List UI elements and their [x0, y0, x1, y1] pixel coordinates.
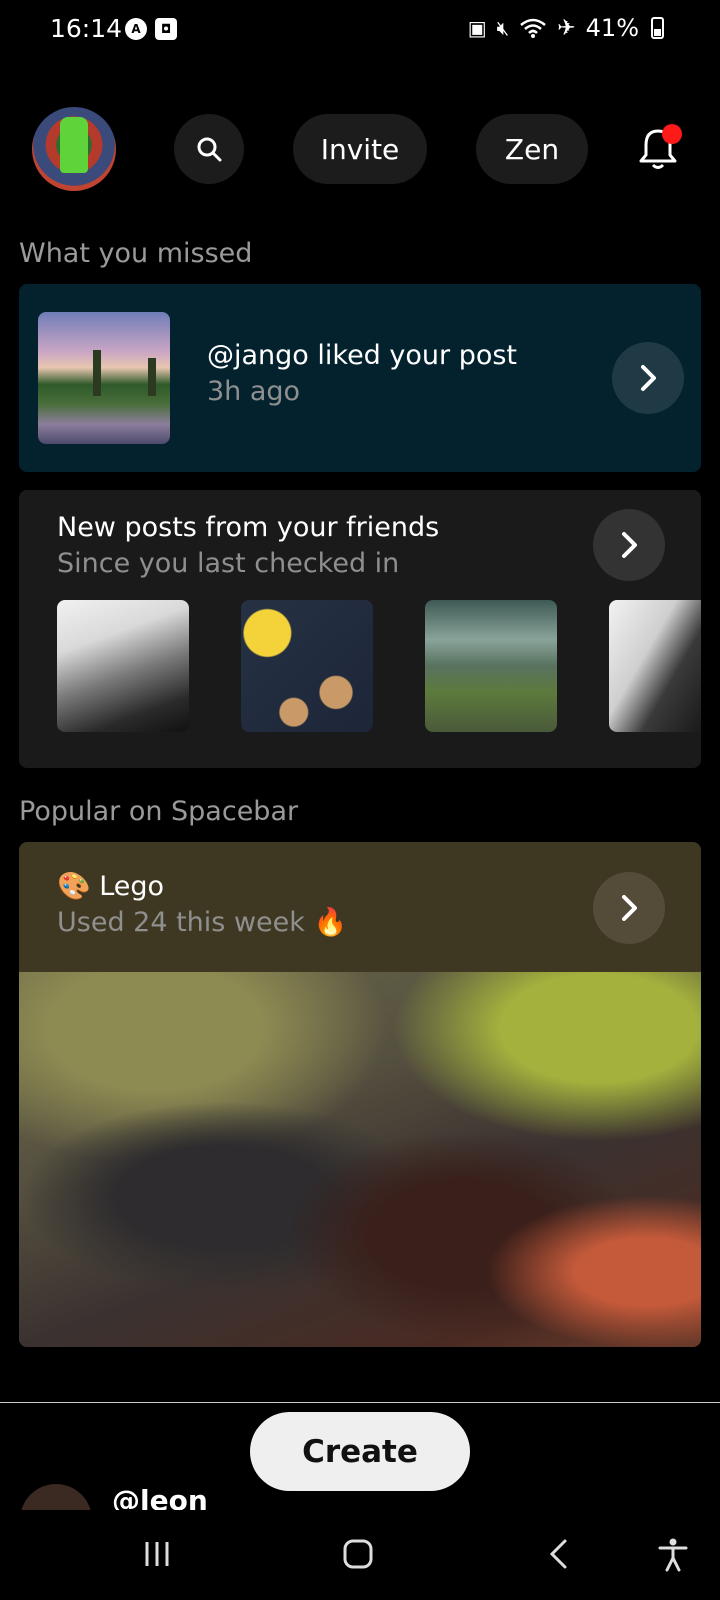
status-right-icons: ▣ 🔇︎ ✈ 41% [468, 14, 664, 42]
divider [0, 1402, 720, 1403]
accessibility-button[interactable] [651, 1532, 695, 1576]
notification-dot [662, 124, 682, 144]
popular-open-button[interactable] [593, 872, 665, 944]
search-button[interactable] [174, 114, 244, 184]
missed-open-button[interactable] [612, 342, 684, 414]
liked-post-thumbnail [38, 312, 170, 444]
create-button[interactable]: Create [250, 1412, 470, 1491]
friend-post-thumbnail[interactable] [609, 600, 701, 732]
popular-subtitle: Used 24 this week [57, 907, 305, 938]
friends-card[interactable]: New posts from your friends Since you la… [19, 490, 701, 768]
battery-icon [651, 17, 664, 39]
battery-text: 41% [585, 14, 639, 42]
chevron-right-icon [622, 895, 637, 921]
missed-title: @jango liked your post [207, 340, 518, 371]
chevron-right-icon [622, 532, 637, 558]
app-notification-icon: A [125, 18, 147, 40]
airplane-icon: ✈ [557, 15, 576, 41]
home-icon [343, 1539, 373, 1569]
back-icon [549, 1539, 567, 1569]
system-nav-bar [0, 1510, 720, 1600]
palette-icon: 🎨 [57, 871, 91, 902]
friends-open-button[interactable] [593, 509, 665, 581]
popular-card[interactable]: 🎨 Lego Used 24 this week 🔥 [19, 842, 701, 1347]
profile-avatar[interactable] [32, 107, 116, 191]
accessibility-icon [658, 1538, 688, 1572]
wifi-icon [520, 18, 547, 38]
popular-title-row: 🎨 Lego [57, 870, 164, 902]
top-nav: Invite Zen [0, 105, 720, 191]
missed-card[interactable]: @jango liked your post 3h ago [19, 284, 701, 472]
mute-icon: 🔇︎ [496, 16, 510, 40]
battery-saver-icon: ▣ [467, 16, 487, 40]
zen-button[interactable]: Zen [476, 114, 588, 184]
recent-apps-icon [145, 1542, 169, 1566]
invite-button[interactable]: Invite [293, 114, 427, 184]
friends-subtitle: Since you last checked in [57, 548, 400, 579]
friend-post-thumbnail[interactable] [57, 600, 189, 732]
back-button[interactable] [537, 1532, 581, 1576]
friend-post-thumbnail[interactable] [425, 600, 557, 732]
home-button[interactable] [336, 1532, 380, 1576]
screenshot-notification-icon: ◘ [155, 18, 177, 40]
missed-time: 3h ago [207, 376, 301, 407]
section-title-popular: Popular on Spacebar [19, 796, 299, 827]
fire-icon: 🔥 [313, 907, 348, 938]
status-time: 16:14 [50, 14, 123, 43]
popular-post-image[interactable] [19, 972, 701, 1347]
popular-subtitle-row: Used 24 this week 🔥 [57, 906, 347, 938]
recent-apps-button[interactable] [135, 1532, 179, 1576]
section-title-missed: What you missed [19, 238, 253, 269]
popular-title: Lego [99, 871, 165, 902]
search-icon [197, 137, 222, 162]
status-bar: 16:14 A ◘ ▣ 🔇︎ ✈ 41% [0, 0, 720, 60]
chevron-right-icon [641, 365, 656, 391]
status-left-icons: A ◘ [125, 18, 177, 40]
friends-title: New posts from your friends [57, 512, 440, 543]
friend-post-thumbnail[interactable] [241, 600, 373, 732]
